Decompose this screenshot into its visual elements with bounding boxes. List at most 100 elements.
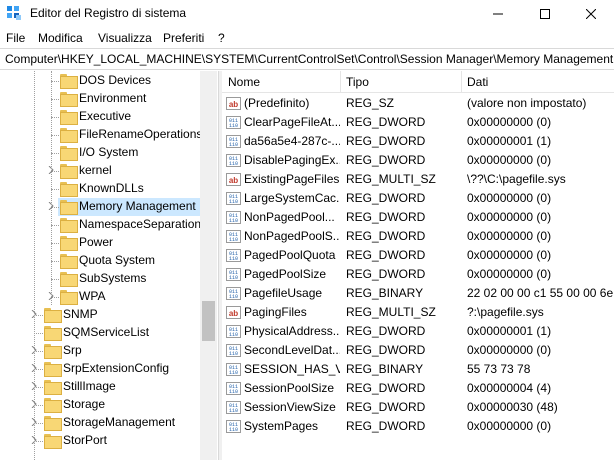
tree-item[interactable]: Memory Management: [0, 198, 200, 216]
binary-value-icon: 011110: [226, 116, 241, 129]
tree-connector: [51, 279, 59, 280]
value-row[interactable]: 011 110 ClearPageFileAt... REG_DWORD 0x00000…: [222, 113, 614, 132]
column-divider[interactable]: [461, 71, 462, 93]
tree-item[interactable]: KnownDLLs: [0, 180, 200, 198]
svg-text:110: 110: [229, 427, 238, 433]
value-row[interactable]: ab ExistingPageFiles REG_MULTI_SZ \??\C:\pa…: [222, 170, 614, 189]
value-row[interactable]: 011 110 SessionPoolSize REG_DWORD 0x00000004…: [222, 379, 614, 398]
string-value-icon: ab: [226, 173, 241, 186]
tree-item-label: StorageManagement: [63, 415, 176, 429]
title-bar: Editor del Registro di sistema: [0, 0, 614, 28]
tree-item[interactable]: Power: [0, 234, 200, 252]
menu-modifica[interactable]: Modifica: [38, 31, 83, 45]
svg-text:110: 110: [229, 275, 238, 281]
svg-text:ab: ab: [229, 176, 238, 185]
value-type: REG_DWORD: [346, 400, 426, 414]
column-divider[interactable]: [340, 71, 341, 93]
tree-item[interactable]: StillImage: [0, 378, 200, 396]
tree-item[interactable]: SQMServiceList: [0, 324, 200, 342]
value-data: 0x00000001 (1): [467, 324, 552, 338]
svg-text:110: 110: [229, 294, 238, 300]
tree-item[interactable]: WPA: [0, 288, 200, 306]
tree-scrollbar[interactable]: [200, 71, 217, 460]
folder-icon: [60, 182, 78, 197]
tree-item-label: StillImage: [63, 379, 116, 393]
tree-item[interactable]: SNMP: [0, 306, 200, 324]
tree-item[interactable]: Srp: [0, 342, 200, 360]
tree-item[interactable]: StorageManagement: [0, 414, 200, 432]
tree-item-label: KnownDLLs: [79, 181, 144, 195]
column-header-type[interactable]: Tipo: [346, 75, 369, 89]
tree-connector: [51, 189, 59, 190]
menu-help[interactable]: ?: [218, 31, 225, 45]
value-name: NonPagedPoolS...: [244, 229, 340, 243]
values-pane[interactable]: Nome Tipo Dati ab (Predefinito) REG_SZ (val…: [222, 71, 614, 460]
tree-item[interactable]: StorPort: [0, 432, 200, 450]
value-row[interactable]: 011 110 PhysicalAddress... REG_DWORD 0x00000…: [222, 322, 614, 341]
tree-item[interactable]: SubSystems: [0, 270, 200, 288]
value-row[interactable]: 011 110 SecondLevelDat... REG_DWORD 0x000000…: [222, 341, 614, 360]
tree-item-label: WPA: [79, 289, 106, 303]
tree-item[interactable]: Quota System: [0, 252, 200, 270]
value-type: REG_DWORD: [346, 419, 426, 433]
value-row[interactable]: 011 110 SystemPages REG_DWORD 0x00000000 (0): [222, 417, 614, 436]
menu-visualizza[interactable]: Visualizza: [98, 31, 152, 45]
minimize-button[interactable]: [475, 0, 521, 28]
value-row[interactable]: 011 110 NonPagedPoolS... REG_DWORD 0x0000000…: [222, 227, 614, 246]
value-type: REG_MULTI_SZ: [346, 172, 436, 186]
tree-item[interactable]: FileRenameOperations: [0, 126, 203, 144]
column-header-name[interactable]: Nome: [228, 75, 260, 89]
value-data: 0x00000000 (0): [467, 210, 552, 224]
folder-icon: [60, 128, 78, 143]
value-row[interactable]: 011110SESSION_HAS_V... REG_BINARY 55 73 73…: [222, 360, 614, 379]
value-row[interactable]: 011 110 PagefileUsage REG_BINARY 22 02 00 00…: [222, 284, 614, 303]
binary-value-icon: 011110: [226, 268, 241, 281]
tree-item[interactable]: NamespaceSeparation: [0, 216, 201, 234]
svg-text:110: 110: [229, 408, 238, 414]
value-row[interactable]: 011 110 PagedPoolSize REG_DWORD 0x00000000 (…: [222, 265, 614, 284]
folder-icon: [44, 434, 62, 449]
value-row[interactable]: 011 110 LargeSystemCac... REG_DWORD 0x000000…: [222, 189, 614, 208]
value-name: SecondLevelDat...: [244, 343, 340, 357]
value-row[interactable]: ab (Predefinito) REG_SZ (valore non imposta…: [222, 94, 614, 113]
value-row[interactable]: 011 110 PagedPoolQuota REG_DWORD 0x00000000 …: [222, 246, 614, 265]
menu-file[interactable]: File: [6, 31, 25, 45]
value-row[interactable]: 011 110 NonPagedPool... REG_DWORD 0x00000000…: [222, 208, 614, 227]
svg-text:ab: ab: [229, 309, 238, 318]
tree-item[interactable]: SrpExtensionConfig: [0, 360, 200, 378]
value-type: REG_DWORD: [346, 229, 426, 243]
tree-guide-line: [51, 71, 52, 305]
folder-icon: [44, 398, 62, 413]
close-button[interactable]: [568, 0, 614, 28]
svg-text:110: 110: [229, 256, 238, 262]
value-data: 0x00000030 (48): [467, 400, 558, 414]
address-bar[interactable]: Computer\HKEY_LOCAL_MACHINE\SYSTEM\Curre…: [0, 48, 614, 70]
folder-icon: [60, 200, 78, 215]
tree-item[interactable]: kernel: [0, 162, 200, 180]
value-row[interactable]: 011 110 da56a5e4-287c-... REG_DWORD 0x000000…: [222, 132, 614, 151]
address-path[interactable]: Computer\HKEY_LOCAL_MACHINE\SYSTEM\Curre…: [5, 52, 613, 66]
tree-item[interactable]: Environment: [0, 90, 200, 108]
tree-item[interactable]: DOS Devices: [0, 72, 200, 90]
menu-preferiti[interactable]: Preferiti: [163, 31, 204, 45]
value-type: REG_DWORD: [346, 381, 426, 395]
tree-connector: [51, 153, 59, 154]
value-row[interactable]: 011 110 DisablePagingEx... REG_DWORD 0x00000…: [222, 151, 614, 170]
column-header-data[interactable]: Dati: [467, 75, 488, 89]
value-row[interactable]: ab PagingFiles REG_MULTI_SZ ?:\pagefile.sys: [222, 303, 614, 322]
tree-item[interactable]: Storage: [0, 396, 200, 414]
value-row[interactable]: 011 110 SessionViewSize REG_DWORD 0x00000030…: [222, 398, 614, 417]
tree-pane[interactable]: DOS Devices Environment Executive FileRenam…: [0, 71, 218, 460]
maximize-button[interactable]: [522, 0, 568, 28]
tree-item[interactable]: Executive: [0, 108, 200, 126]
value-data: 0x00000000 (0): [467, 343, 552, 357]
tree-item-label: FileRenameOperations: [79, 127, 203, 141]
binary-value-icon: 011110: [226, 135, 241, 148]
svg-text:110: 110: [229, 351, 238, 357]
value-data: 0x00000000 (0): [467, 248, 552, 262]
svg-text:110: 110: [229, 142, 238, 148]
tree-item[interactable]: I/O System: [0, 144, 200, 162]
folder-icon: [60, 290, 78, 305]
tree-scrollbar-thumb[interactable]: [202, 301, 215, 341]
value-name: SESSION_HAS_V...: [244, 362, 340, 376]
